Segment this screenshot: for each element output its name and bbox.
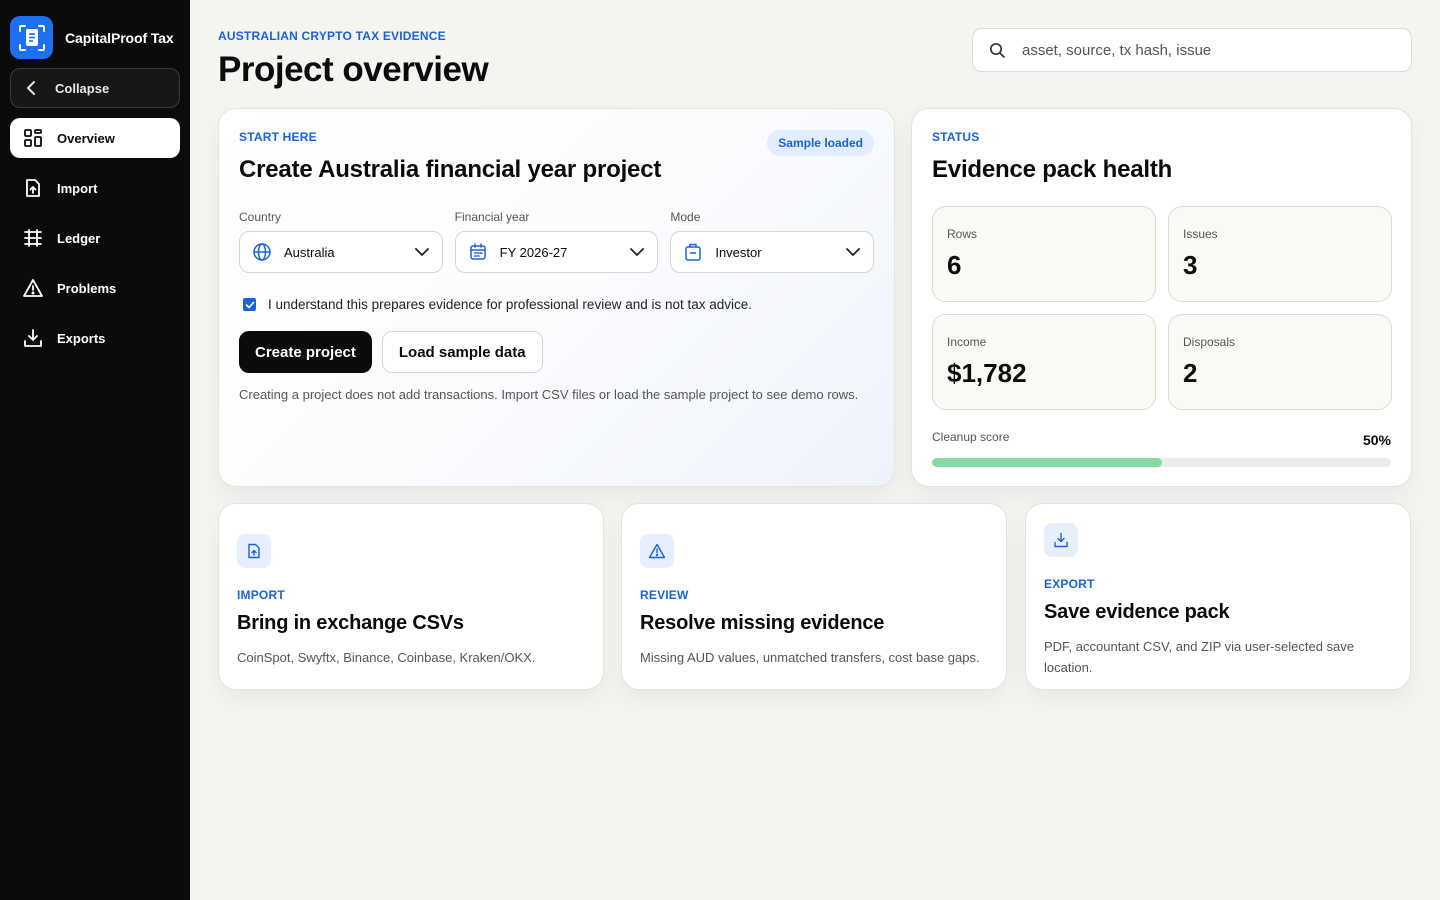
export-description: PDF, accountant CSV, and ZIP via user-se… bbox=[1044, 639, 1355, 675]
grid-icon bbox=[22, 127, 44, 149]
country-label: Country bbox=[239, 210, 282, 224]
review-eyebrow: REVIEW bbox=[640, 588, 689, 602]
page-eyebrow: AUSTRALIAN CRYPTO TAX EVIDENCE bbox=[218, 29, 446, 43]
import-eyebrow: IMPORT bbox=[237, 588, 285, 602]
financial-year-label: Financial year bbox=[454, 210, 530, 224]
mode-field: Mode Investor bbox=[670, 210, 875, 273]
brand[interactable]: CapitalProof Tax bbox=[10, 16, 174, 59]
download-icon bbox=[22, 327, 44, 349]
checkmark-icon bbox=[245, 301, 254, 308]
status-eyebrow: STATUS bbox=[932, 130, 980, 144]
financial-year-field: Financial year FY 2026-27 bbox=[454, 210, 659, 273]
consent-row: I understand this prepares evidence for … bbox=[239, 297, 874, 312]
file-upload-icon bbox=[237, 534, 271, 568]
file-upload-icon bbox=[22, 177, 44, 199]
cleanup-score-label: Cleanup score bbox=[932, 430, 1010, 444]
briefcase-icon bbox=[685, 243, 702, 261]
project-actions: Create project Load sample data bbox=[239, 331, 874, 373]
stat-value: 3 bbox=[1183, 250, 1198, 280]
sidebar-item-label: Exports bbox=[57, 330, 106, 346]
warning-icon bbox=[22, 277, 44, 299]
country-select[interactable]: Australia bbox=[239, 231, 443, 273]
cleanup-score-value: 50% bbox=[1362, 432, 1391, 448]
export-card[interactable]: EXPORT Save evidence pack PDF, accountan… bbox=[1025, 503, 1411, 690]
review-title: Resolve missing evidence bbox=[640, 612, 885, 634]
consent-label: I understand this prepares evidence for … bbox=[268, 297, 753, 312]
chevron-down-icon bbox=[630, 248, 645, 256]
sidebar-item-ledger[interactable]: Ledger bbox=[10, 218, 180, 258]
mode-select[interactable]: Investor bbox=[670, 231, 875, 273]
chevron-down-icon bbox=[414, 248, 429, 256]
stat-value: $1,782 bbox=[947, 358, 1027, 388]
create-project-card: START HERE Create Australia financial ye… bbox=[218, 108, 895, 487]
stat-label: Rows bbox=[947, 227, 978, 241]
search-input[interactable] bbox=[1022, 41, 1382, 59]
stat-issues: Issues 3 bbox=[1168, 206, 1392, 302]
sidebar-item-import[interactable]: Import bbox=[10, 168, 180, 208]
export-eyebrow: EXPORT bbox=[1044, 577, 1095, 591]
globe-icon bbox=[253, 243, 271, 261]
sidebar-item-problems[interactable]: Problems bbox=[10, 268, 180, 308]
start-title: Create Australia financial year project bbox=[239, 156, 662, 183]
stat-label: Issues bbox=[1183, 227, 1218, 241]
chevron-left-icon bbox=[27, 81, 35, 95]
page-title: Project overview bbox=[218, 50, 489, 89]
collapse-label: Collapse bbox=[55, 80, 110, 96]
stat-value: 2 bbox=[1183, 358, 1198, 388]
stat-label: Income bbox=[947, 335, 987, 349]
country-value: Australia bbox=[284, 244, 335, 260]
project-fields: Country Australia Financial year FY 2026… bbox=[239, 210, 875, 273]
app-name: CapitalProof Tax bbox=[65, 29, 174, 46]
create-project-helper: Creating a project does not add transact… bbox=[239, 387, 859, 402]
stat-income: Income $1,782 bbox=[932, 314, 1156, 410]
stats-grid: Rows 6 Issues 3 Income $1,782 Disposals … bbox=[932, 206, 1392, 410]
sidebar-item-label: Import bbox=[57, 180, 98, 196]
status-card: STATUS Evidence pack health Rows 6 Issue… bbox=[911, 108, 1412, 487]
cleanup-progress-fill bbox=[932, 458, 1162, 467]
warning-icon bbox=[640, 534, 674, 568]
sidebar-item-label: Problems bbox=[57, 280, 117, 296]
download-icon bbox=[1044, 523, 1078, 557]
export-title: Save evidence pack bbox=[1044, 601, 1230, 623]
country-field: Country Australia bbox=[239, 210, 443, 273]
import-description: CoinSpot, Swyftx, Binance, Coinbase, Kra… bbox=[237, 650, 536, 665]
review-description: Missing AUD values, unmatched transfers,… bbox=[640, 650, 980, 665]
table-icon bbox=[22, 227, 44, 249]
sidebar-item-overview[interactable]: Overview bbox=[10, 118, 180, 158]
sidebar-item-exports[interactable]: Exports bbox=[10, 318, 180, 358]
search-icon bbox=[989, 42, 1005, 58]
sidebar-nav: Overview Import Ledger Problems Exports bbox=[10, 118, 180, 368]
import-title: Bring in exchange CSVs bbox=[237, 612, 464, 634]
financial-year-value: FY 2026-27 bbox=[499, 244, 568, 260]
stat-value: 6 bbox=[947, 250, 962, 280]
mode-label: Mode bbox=[670, 210, 701, 224]
sample-loaded-badge: Sample loaded bbox=[767, 130, 874, 156]
cleanup-progress-bar bbox=[932, 458, 1391, 467]
search-box bbox=[972, 28, 1412, 72]
chevron-down-icon bbox=[846, 248, 860, 256]
stat-rows: Rows 6 bbox=[932, 206, 1156, 302]
mode-value: Investor bbox=[715, 244, 762, 260]
sidebar: CapitalProof Tax Collapse Overview Impor… bbox=[0, 0, 190, 900]
stat-label: Disposals bbox=[1183, 335, 1236, 349]
review-card[interactable]: REVIEW Resolve missing evidence Missing … bbox=[621, 503, 1007, 690]
create-project-button[interactable]: Create project bbox=[239, 331, 372, 373]
calendar-icon bbox=[469, 243, 486, 260]
collapse-button[interactable]: Collapse bbox=[10, 68, 180, 108]
consent-checkbox[interactable] bbox=[243, 298, 256, 311]
load-sample-data-button[interactable]: Load sample data bbox=[381, 331, 543, 373]
import-card[interactable]: IMPORT Bring in exchange CSVs CoinSpot, … bbox=[218, 503, 604, 690]
sidebar-item-label: Overview bbox=[57, 130, 115, 146]
cleanup-score-row: Cleanup score 50% bbox=[932, 430, 1391, 448]
sidebar-item-label: Ledger bbox=[57, 230, 101, 246]
status-title: Evidence pack health bbox=[932, 156, 1173, 183]
document-logo-icon bbox=[10, 16, 53, 59]
financial-year-select[interactable]: FY 2026-27 bbox=[454, 231, 659, 273]
stat-disposals: Disposals 2 bbox=[1168, 314, 1392, 410]
